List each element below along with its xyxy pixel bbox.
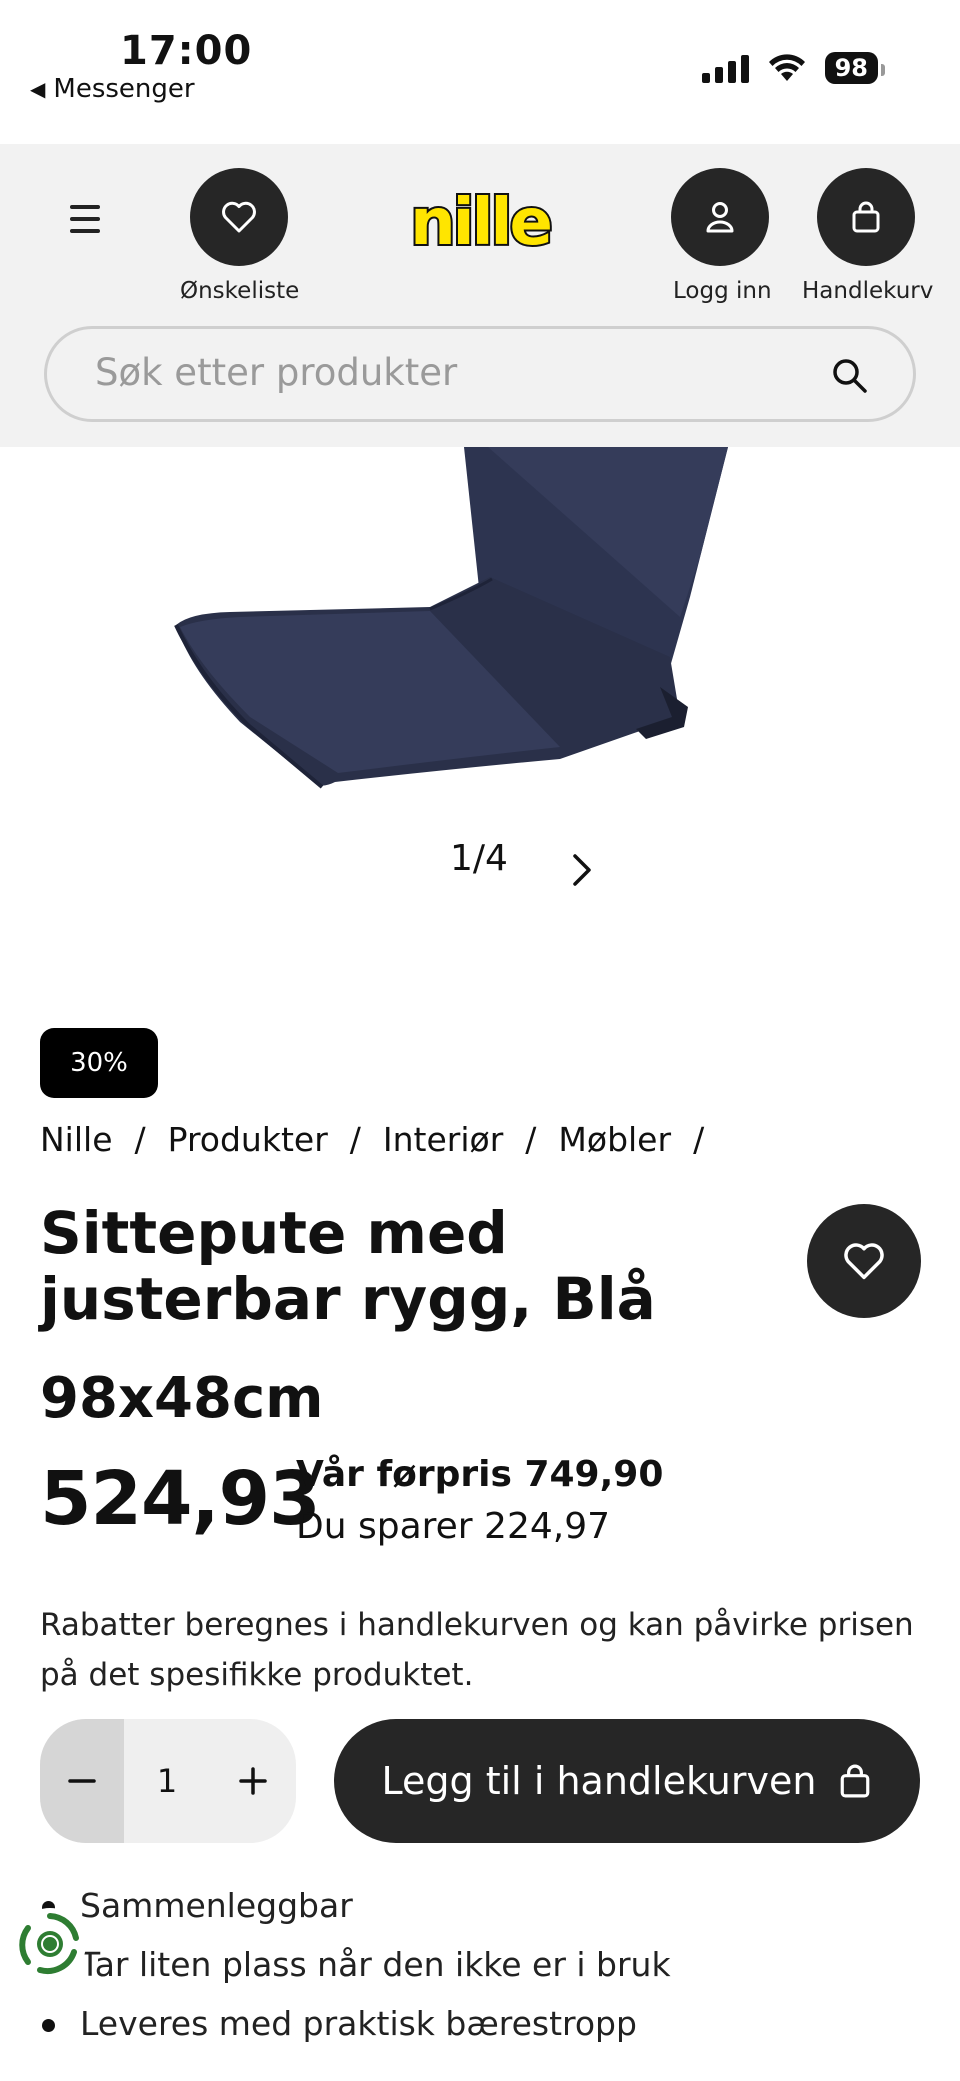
savings-amount: Du sparer 224,97 <box>296 1506 611 1547</box>
chevron-right-icon[interactable] <box>566 850 596 890</box>
breadcrumb: Nille / Produkter / Interiør / Møbler / <box>40 1120 704 1159</box>
plus-icon <box>239 1767 267 1795</box>
breadcrumb-item-nille[interactable]: Nille <box>40 1120 113 1159</box>
wishlist-button[interactable] <box>190 168 288 266</box>
bag-icon <box>841 1764 870 1798</box>
breadcrumb-item-produkter[interactable]: Produkter <box>168 1120 328 1159</box>
back-triangle-icon: ◀ <box>30 77 46 101</box>
user-icon <box>706 202 734 233</box>
breadcrumb-item-interior[interactable]: Interiør <box>383 1120 503 1159</box>
battery-indicator: 98 <box>824 52 886 84</box>
breadcrumb-separator: / <box>525 1120 537 1159</box>
list-item: Sammenleggbar <box>40 1876 671 1935</box>
quantity-stepper: 1 <box>40 1719 296 1843</box>
bag-icon <box>852 201 880 233</box>
add-to-wishlist-button[interactable] <box>807 1204 921 1318</box>
nille-logo[interactable]: nille <box>406 182 554 258</box>
product-title: Sittepute med justerbar rygg, Blå <box>40 1199 656 1333</box>
breadcrumb-separator: / <box>693 1120 705 1159</box>
discount-badge: 30% <box>40 1028 158 1098</box>
add-to-cart-button[interactable]: Legg til i handlekurven <box>334 1719 920 1843</box>
status-icons: 98 <box>701 52 886 84</box>
heart-icon <box>222 201 256 233</box>
product-image[interactable] <box>0 447 960 827</box>
breadcrumb-separator: / <box>134 1120 146 1159</box>
breadcrumb-item-mobler[interactable]: Møbler <box>558 1120 671 1159</box>
image-counter: 1/4 <box>450 837 508 879</box>
feature-list: Sammenleggbar Tar liten plass når den ik… <box>40 1876 671 2053</box>
product-price: 524,93 <box>40 1456 321 1542</box>
list-item: Tar liten plass når den ikke er i bruk <box>40 1935 671 1994</box>
list-item: Leveres med praktisk bærestropp <box>40 1994 671 2053</box>
login-label: Logg inn <box>673 278 772 304</box>
minus-icon <box>68 1779 96 1783</box>
site-header: Ønskeliste nille Logg inn Handlekurv <box>0 144 960 447</box>
menu-icon[interactable] <box>70 196 116 242</box>
search-icon[interactable] <box>831 357 869 395</box>
login-button[interactable] <box>671 168 769 266</box>
quantity-increase-button[interactable] <box>210 1719 296 1843</box>
back-app-label: Messenger <box>53 74 195 104</box>
status-time: 17:00 <box>120 28 253 74</box>
status-bar: 17:00 ◀ Messenger 98 <box>0 0 960 144</box>
previous-price: Vår førpris 749,90 <box>296 1454 664 1495</box>
svg-text:nille: nille <box>410 186 550 258</box>
breadcrumb-separator: / <box>349 1120 361 1159</box>
cellular-signal-icon <box>701 53 749 83</box>
heart-icon <box>844 1243 884 1280</box>
product-size: 98x48cm <box>40 1366 324 1431</box>
wifi-icon <box>768 54 805 81</box>
wishlist-label: Ønskeliste <box>180 278 300 304</box>
search-bar[interactable] <box>44 326 916 422</box>
eco-recycle-icon[interactable] <box>14 1908 86 1980</box>
discount-note: Rabatter beregnes i handlekurven og kan … <box>40 1607 914 1693</box>
cart-label: Handlekurv <box>802 278 934 304</box>
cart-button[interactable] <box>817 168 915 266</box>
quantity-value[interactable]: 1 <box>124 1719 210 1843</box>
search-input[interactable] <box>95 351 795 394</box>
quantity-decrease-button[interactable] <box>40 1719 124 1843</box>
add-to-cart-label: Legg til i handlekurven <box>381 1759 817 1803</box>
back-to-app-link[interactable]: ◀ Messenger <box>30 74 195 104</box>
